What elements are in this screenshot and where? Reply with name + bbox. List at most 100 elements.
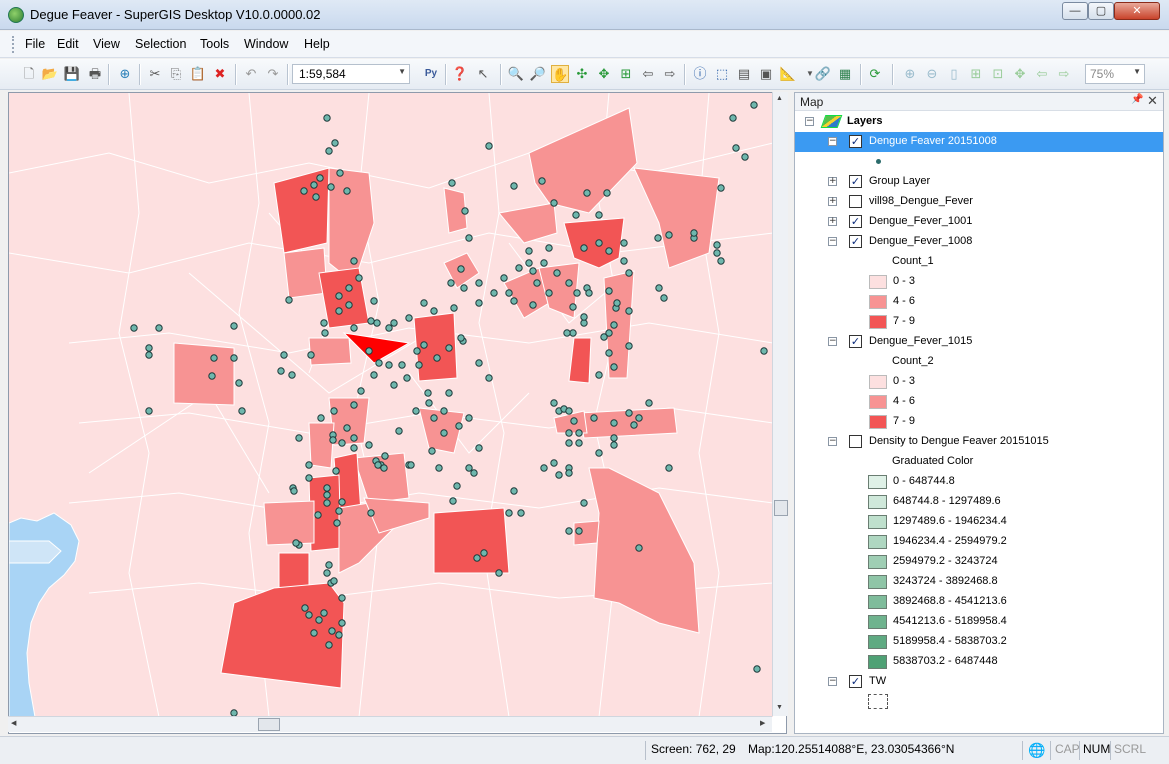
- dengue-case-point[interactable]: [288, 371, 296, 379]
- new-document-icon[interactable]: 🗋: [20, 65, 38, 83]
- layer-visibility-checkbox[interactable]: ✓: [849, 675, 862, 688]
- legend-class-row[interactable]: 1297489.6 - 1946234.4: [795, 512, 1163, 532]
- dengue-case-point[interactable]: [370, 297, 378, 305]
- dengue-case-point[interactable]: [515, 264, 523, 272]
- open-folder-icon[interactable]: 📂: [41, 65, 59, 83]
- dengue-case-point[interactable]: [145, 407, 153, 415]
- dengue-case-point[interactable]: [335, 307, 343, 315]
- layer-dengue-fever-1001[interactable]: + ✓ Dengue_Fever_1001: [795, 212, 1163, 232]
- dengue-case-point[interactable]: [230, 354, 238, 362]
- dengue-case-point[interactable]: [595, 371, 603, 379]
- dengue-case-point[interactable]: [545, 289, 553, 297]
- menu-file[interactable]: File: [25, 37, 45, 51]
- dengue-case-point[interactable]: [343, 424, 351, 432]
- menu-grip-handle[interactable]: [12, 36, 15, 53]
- layout-zoom-select[interactable]: 75% ▼: [1085, 64, 1145, 84]
- dengue-case-point[interactable]: [390, 319, 398, 327]
- expand-icon[interactable]: +: [828, 177, 837, 186]
- dengue-case-point[interactable]: [345, 284, 353, 292]
- dengue-case-point[interactable]: [753, 665, 761, 673]
- legend-class-row[interactable]: 3892468.8 - 4541213.6: [795, 592, 1163, 612]
- dengue-case-point[interactable]: [732, 144, 740, 152]
- dengue-case-point[interactable]: [545, 244, 553, 252]
- dengue-case-point[interactable]: [323, 491, 331, 499]
- dengue-case-point[interactable]: [329, 436, 337, 444]
- dengue-case-point[interactable]: [381, 452, 389, 460]
- python-console-icon[interactable]: Py: [422, 65, 440, 83]
- maximize-button[interactable]: ▢: [1088, 2, 1114, 20]
- dengue-case-point[interactable]: [480, 549, 488, 557]
- hyperlink-icon[interactable]: 🔗: [814, 65, 832, 83]
- dengue-case-point[interactable]: [565, 527, 573, 535]
- dengue-case-point[interactable]: [330, 407, 338, 415]
- dengue-case-point[interactable]: [573, 289, 581, 297]
- dengue-case-point[interactable]: [665, 464, 673, 472]
- dengue-case-point[interactable]: [398, 361, 406, 369]
- dengue-case-point[interactable]: [338, 594, 346, 602]
- expand-icon[interactable]: +: [828, 217, 837, 226]
- dengue-case-point[interactable]: [550, 399, 558, 407]
- dengue-case-point[interactable]: [323, 114, 331, 122]
- dengue-case-point[interactable]: [413, 347, 421, 355]
- paste-icon[interactable]: 📋: [189, 65, 207, 83]
- legend-class-row[interactable]: 4541213.6 - 5189958.4: [795, 612, 1163, 632]
- dengue-case-point[interactable]: [385, 361, 393, 369]
- dengue-case-point[interactable]: [729, 114, 737, 122]
- dengue-case-point[interactable]: [428, 447, 436, 455]
- dengue-case-point[interactable]: [310, 629, 318, 637]
- dengue-case-point[interactable]: [435, 464, 443, 472]
- dengue-case-point[interactable]: [336, 169, 344, 177]
- layer-visibility-checkbox[interactable]: [849, 195, 862, 208]
- dengue-case-point[interactable]: [357, 387, 365, 395]
- dengue-case-point[interactable]: [420, 299, 428, 307]
- collapse-icon[interactable]: −: [828, 677, 837, 686]
- dengue-case-point[interactable]: [280, 351, 288, 359]
- dengue-case-point[interactable]: [457, 265, 465, 273]
- dengue-case-point[interactable]: [321, 329, 329, 337]
- back-arrow-icon[interactable]: ⇦: [639, 65, 657, 83]
- dengue-case-point[interactable]: [320, 319, 328, 327]
- dengue-case-point[interactable]: [529, 301, 537, 309]
- dengue-case-point[interactable]: [475, 299, 483, 307]
- fixed-zoom-out-icon[interactable]: ✥: [595, 65, 613, 83]
- dengue-case-point[interactable]: [595, 449, 603, 457]
- full-extent-icon[interactable]: ✣: [573, 65, 591, 83]
- dengue-case-point[interactable]: [335, 507, 343, 515]
- dengue-case-point[interactable]: [553, 269, 561, 277]
- dengue-case-point[interactable]: [403, 374, 411, 382]
- dengue-case-point[interactable]: [385, 324, 393, 332]
- dengue-case-point[interactable]: [605, 287, 613, 295]
- dengue-case-point[interactable]: [447, 279, 455, 287]
- dengue-case-point[interactable]: [395, 427, 403, 435]
- dengue-case-point[interactable]: [620, 257, 628, 265]
- dengue-case-point[interactable]: [208, 372, 216, 380]
- layer-dengue-feaver-20151008[interactable]: − ✓ Dengue Feaver 20151008: [795, 132, 1163, 152]
- legend-class-row[interactable]: 7 - 9: [795, 412, 1163, 432]
- dengue-case-point[interactable]: [550, 459, 558, 467]
- dengue-case-point[interactable]: [473, 554, 481, 562]
- dengue-case-point[interactable]: [465, 414, 473, 422]
- layer-visibility-checkbox[interactable]: [849, 435, 862, 448]
- dengue-case-point[interactable]: [445, 389, 453, 397]
- dengue-case-point[interactable]: [570, 417, 578, 425]
- dengue-case-point[interactable]: [585, 289, 593, 297]
- menu-tools[interactable]: Tools: [200, 37, 229, 51]
- dengue-case-point[interactable]: [292, 539, 300, 547]
- dengue-case-point[interactable]: [238, 407, 246, 415]
- dengue-case-point[interactable]: [690, 229, 698, 237]
- dengue-case-point[interactable]: [475, 444, 483, 452]
- dengue-case-point[interactable]: [495, 569, 503, 577]
- dengue-case-point[interactable]: [580, 499, 588, 507]
- dengue-case-point[interactable]: [317, 414, 325, 422]
- dengue-case-point[interactable]: [485, 142, 493, 150]
- dengue-case-point[interactable]: [323, 569, 331, 577]
- layer-visibility-checkbox[interactable]: ✓: [849, 135, 862, 148]
- dengue-case-point[interactable]: [440, 407, 448, 415]
- collapse-icon[interactable]: −: [828, 137, 837, 146]
- dengue-case-point[interactable]: [375, 359, 383, 367]
- dengue-case-point[interactable]: [285, 296, 293, 304]
- dengue-case-point[interactable]: [717, 257, 725, 265]
- tree-root[interactable]: − Layers: [795, 112, 1163, 132]
- dengue-case-point[interactable]: [425, 399, 433, 407]
- measure-icon[interactable]: 📐: [779, 65, 797, 83]
